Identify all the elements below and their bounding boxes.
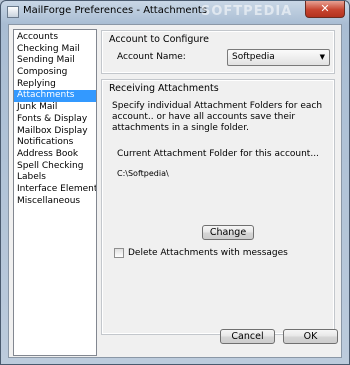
window-title: MailForge Preferences - Attachments	[23, 5, 208, 16]
cancel-button[interactable]: Cancel	[220, 329, 275, 344]
category-item-spell-checking[interactable]: Spell Checking	[14, 161, 96, 173]
category-item-notifications[interactable]: Notifications	[14, 137, 96, 149]
category-item-fonts-display[interactable]: Fonts & Display	[14, 114, 96, 126]
category-item-accounts[interactable]: Accounts	[14, 32, 96, 44]
category-item-interface-elements[interactable]: Interface Elements	[14, 184, 96, 196]
dialog-body: Accounts Checking Mail Sending Mail Comp…	[8, 24, 342, 358]
category-item-junk-mail[interactable]: Junk Mail	[14, 102, 96, 114]
preferences-window: MailForge Preferences - Attachments SOFT…	[0, 0, 350, 365]
category-item-miscellaneous[interactable]: Miscellaneous	[14, 196, 96, 208]
account-name-label: Account Name:	[117, 52, 186, 62]
current-folder-path: C:\Softpedia\	[117, 169, 169, 178]
account-group-title: Account to Configure	[109, 34, 209, 45]
category-item-replying[interactable]: Replying	[14, 79, 96, 91]
delete-attachments-checkbox[interactable]	[114, 248, 124, 258]
category-item-labels[interactable]: Labels	[14, 172, 96, 184]
title-bar[interactable]: MailForge Preferences - Attachments SOFT…	[1, 1, 349, 23]
close-button[interactable]: ✕	[305, 1, 345, 18]
account-name-select[interactable]: Softpedia ▼	[227, 49, 330, 66]
category-item-composing[interactable]: Composing	[14, 67, 96, 79]
dropdown-arrow-icon: ▼	[319, 53, 325, 61]
close-icon: ✕	[320, 2, 330, 15]
category-item-address-book[interactable]: Address Book	[14, 149, 96, 161]
attachments-description: Specify individual Attachment Folders fo…	[112, 101, 323, 133]
category-list[interactable]: Accounts Checking Mail Sending Mail Comp…	[13, 29, 97, 356]
account-name-value: Softpedia	[232, 52, 275, 62]
change-folder-button[interactable]: Change	[202, 225, 254, 240]
attachments-group-title: Receiving Attachments	[109, 83, 219, 94]
account-group: Account to Configure Account Name: Softp…	[101, 30, 335, 74]
watermark-logo: SOFTPEDIA	[201, 4, 293, 19]
category-item-mailbox-display[interactable]: Mailbox Display	[14, 126, 96, 138]
delete-attachments-label[interactable]: Delete Attachments with messages	[128, 248, 288, 258]
app-icon	[7, 6, 19, 18]
ok-button[interactable]: OK	[283, 329, 338, 344]
category-item-sending-mail[interactable]: Sending Mail	[14, 55, 96, 67]
category-item-attachments[interactable]: Attachments	[14, 90, 96, 103]
current-folder-label: Current Attachment Folder for this accou…	[117, 149, 319, 159]
receiving-attachments-group: Receiving Attachments Specify individual…	[101, 79, 335, 335]
category-item-checking-mail[interactable]: Checking Mail	[14, 44, 96, 56]
